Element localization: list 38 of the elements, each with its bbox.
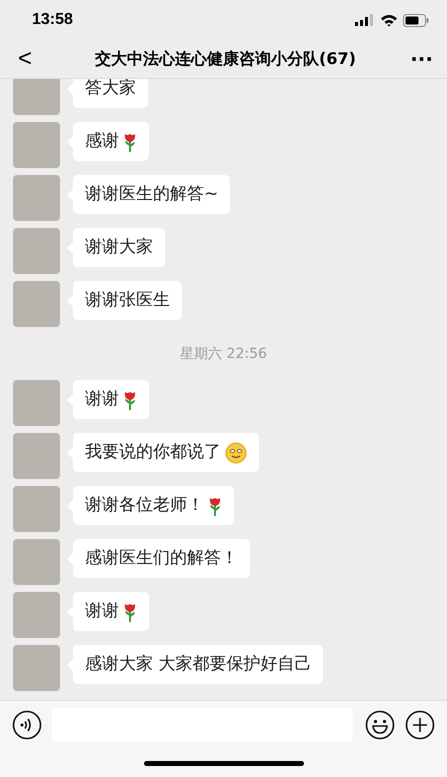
message-text: 谢谢各位老师！: [85, 494, 204, 517]
avatar-photo-placeholder[interactable]: [13, 175, 60, 221]
avatar-photo-placeholder[interactable]: [13, 645, 60, 691]
avatar-photo-placeholder[interactable]: [13, 486, 60, 532]
timestamp: 星期六 22:56: [180, 345, 267, 363]
message-text: 感谢大家 大家都要保护好自己: [85, 653, 312, 676]
rose-icon: [123, 132, 137, 152]
avatar-photo-placeholder[interactable]: [13, 539, 60, 585]
avatar-photo-placeholder[interactable]: [13, 380, 60, 426]
voice-icon[interactable]: [12, 710, 42, 740]
avatar-photo-placeholder[interactable]: [13, 122, 60, 168]
message-text: 感谢: [85, 130, 119, 153]
message-text: 感谢医生们的解答！: [85, 547, 238, 570]
message-text: 谢谢: [85, 388, 119, 411]
message-text: 谢谢大家: [85, 236, 153, 259]
message-text: 谢谢: [85, 600, 119, 623]
chat-title: 交大中法心连心健康咨询小分队(67): [94, 48, 357, 70]
avatar-photo-placeholder[interactable]: [13, 79, 60, 115]
home-indicator[interactable]: [144, 760, 304, 766]
more-button[interactable]: ···: [393, 47, 433, 71]
wifi-icon: [380, 14, 398, 26]
avatar-photo-placeholder[interactable]: [13, 228, 60, 274]
back-button[interactable]: <: [18, 45, 58, 73]
rose-icon: [123, 602, 137, 622]
rose-icon: [123, 390, 137, 410]
avatar-photo-placeholder[interactable]: [13, 592, 60, 638]
battery-icon: [403, 14, 429, 26]
rose-icon: [208, 496, 222, 516]
signal-icon: [355, 14, 375, 26]
add-icon[interactable]: [405, 710, 435, 740]
avatar-photo-placeholder[interactable]: [13, 281, 60, 327]
message-text: 谢谢张医生: [85, 289, 170, 312]
message-text: 我要说的你都说了: [85, 441, 221, 464]
status-time: 13:58: [32, 11, 73, 29]
emoji-icon[interactable]: [365, 710, 395, 740]
message-text: 谢谢医生的解答~: [85, 183, 218, 206]
avatar-photo-placeholder[interactable]: [13, 433, 60, 479]
smile-icon: [225, 442, 247, 464]
